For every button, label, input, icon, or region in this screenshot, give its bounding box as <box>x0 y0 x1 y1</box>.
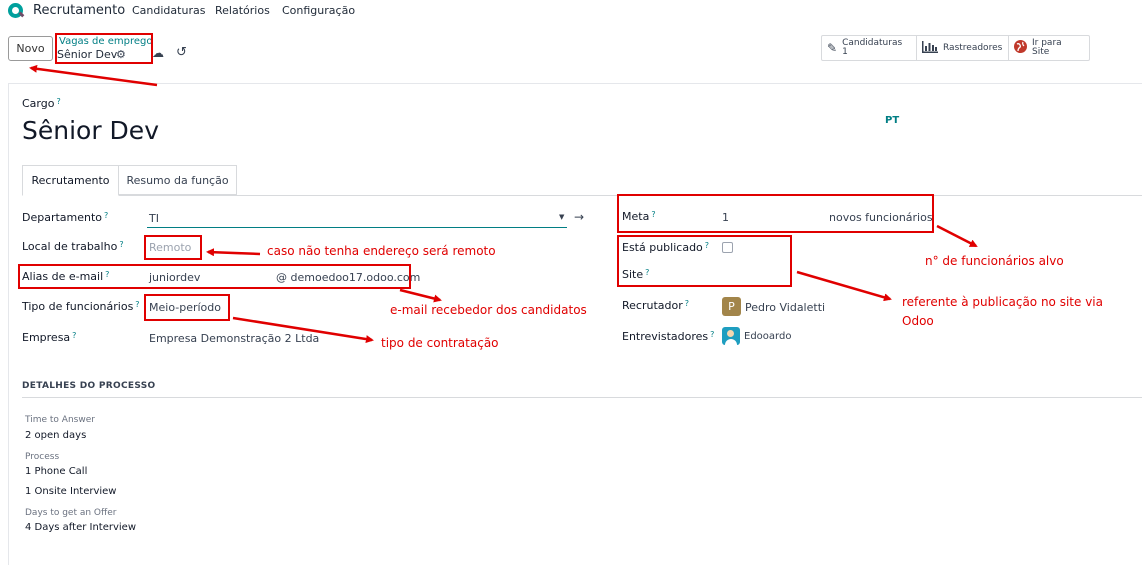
trackers-label: Rastreadores <box>943 43 1003 53</box>
process-details-divider <box>22 397 1142 398</box>
app-title[interactable]: Recrutamento <box>33 3 125 18</box>
process-step: 1 Onsite Interview <box>25 486 117 497</box>
process-label: Process <box>25 452 60 462</box>
top-navbar: Recrutamento Candidaturas Relatórios Con… <box>0 0 1142 22</box>
smart-buttons: ✎ Candidaturas 1 Rastreadores Ir para Si… <box>821 35 1090 61</box>
annotation-remote: caso não tenha endereço será remoto <box>267 244 496 258</box>
applications-count: 1 <box>842 47 848 57</box>
pencil-icon: ✎ <box>827 41 838 55</box>
annotation-email: e-mail recebedor dos candidatos <box>390 303 587 317</box>
recruiter-label: Recrutador? <box>622 299 689 312</box>
offer-days-label: Days to get an Offer <box>25 508 117 518</box>
annotation-box-target <box>617 194 934 233</box>
annotation-box-location <box>144 235 202 260</box>
job-title[interactable]: Sênior Dev <box>22 116 159 145</box>
tab-bar-line <box>22 195 1142 196</box>
menu-candidaturas[interactable]: Candidaturas <box>132 4 205 17</box>
department-input[interactable]: TI <box>149 212 159 225</box>
annotation-target: n° de funcionários alvo <box>925 254 1064 268</box>
company-label: Empresa? <box>22 331 77 344</box>
annotation-box-breadcrumb <box>55 33 153 64</box>
offer-days-value: 4 Days after Interview <box>25 522 137 533</box>
form-sheet-border <box>8 83 1142 84</box>
annotation-box-email <box>18 264 411 289</box>
dropdown-caret-icon[interactable]: ▼ <box>559 213 564 221</box>
company-input[interactable]: Empresa Demonstração 2 Ltda <box>149 332 319 345</box>
bar-chart-icon <box>922 40 938 56</box>
applications-label: Candidaturas <box>842 38 903 48</box>
tab-recrutamento[interactable]: Recrutamento <box>22 165 119 196</box>
annotation-box-publication <box>617 235 792 287</box>
new-button[interactable]: Novo <box>8 36 53 61</box>
annotation-box-employment-type <box>144 294 230 321</box>
interviewer-avatar <box>722 327 740 345</box>
language-badge[interactable]: PT <box>885 115 899 126</box>
go-to-website-smart-button[interactable]: Ir para Site <box>1009 36 1089 60</box>
tab-resumo-da-funcao[interactable]: Resumo da função <box>119 165 237 195</box>
process-details-title: DETALHES DO PROCESSO <box>22 381 156 391</box>
time-to-answer-value: 2 open days <box>25 430 87 441</box>
site-label: Site <box>1032 47 1050 57</box>
department-label: Departamento? <box>22 211 109 224</box>
interviewer-tag[interactable]: Edooardo <box>744 331 791 342</box>
internal-link-arrow-icon[interactable]: → <box>574 210 584 224</box>
job-position-label: Cargo? <box>22 97 61 110</box>
cloud-save-icon[interactable]: ☁ <box>152 46 164 60</box>
menu-configuracao[interactable]: Configuração <box>282 4 355 17</box>
applications-smart-button[interactable]: ✎ Candidaturas 1 <box>822 36 917 60</box>
work-location-label: Local de trabalho? <box>22 240 124 253</box>
employment-type-label: Tipo de funcionários? <box>22 300 140 313</box>
discard-icon[interactable]: ↺ <box>176 45 187 60</box>
recruiter-avatar: P <box>722 297 741 316</box>
menu-relatorios[interactable]: Relatórios <box>215 4 270 17</box>
form-sheet-border-left <box>8 83 9 565</box>
interviewers-label: Entrevistadores? <box>622 330 715 343</box>
department-input-underline <box>147 227 567 228</box>
annotation-contract: tipo de contratação <box>381 336 499 350</box>
recruiter-input[interactable]: Pedro Vidaletti <box>745 301 825 314</box>
annotation-publication-line1: referente à publicação no site via <box>902 295 1103 309</box>
trackers-smart-button[interactable]: Rastreadores <box>917 36 1009 60</box>
globe-icon <box>1014 40 1027 56</box>
time-to-answer-label: Time to Answer <box>25 415 95 425</box>
process-step: 1 Phone Call <box>25 466 88 477</box>
annotation-publication-line2: Odoo <box>902 314 934 328</box>
